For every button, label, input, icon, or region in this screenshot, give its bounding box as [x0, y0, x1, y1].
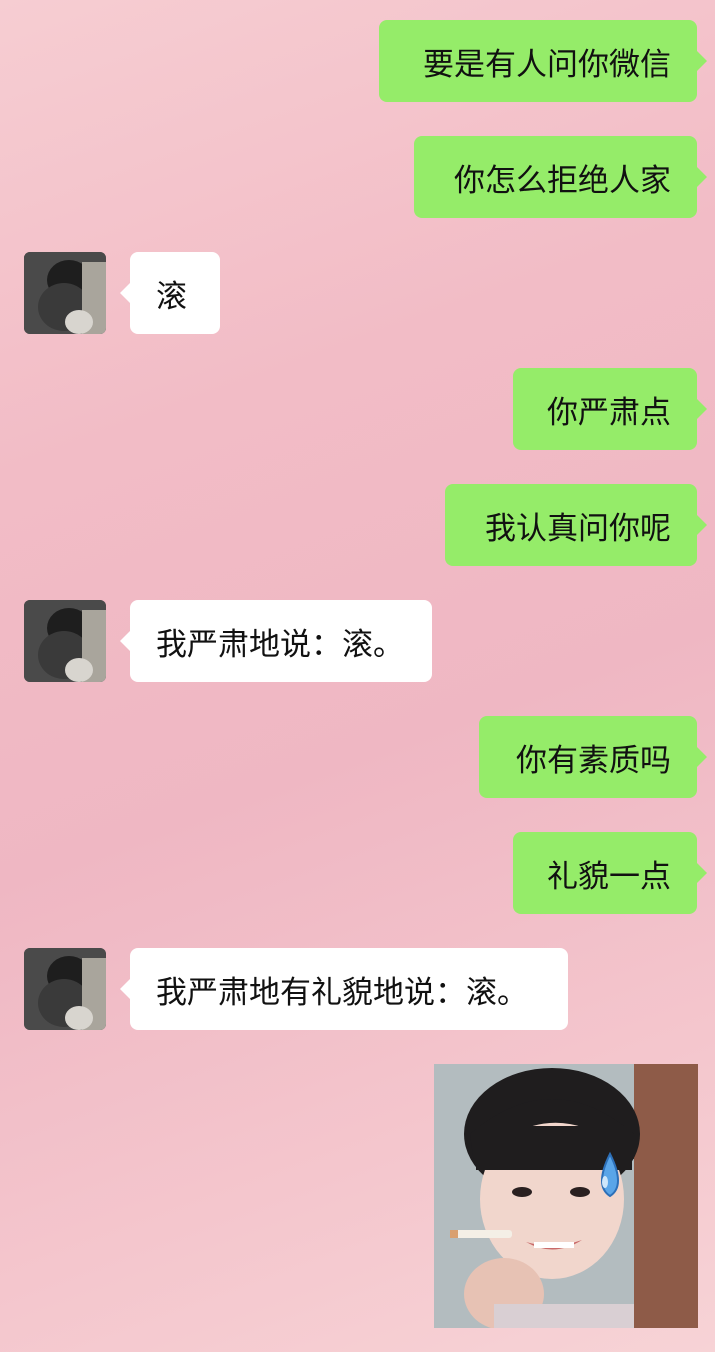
message-text: 滚 [156, 278, 187, 315]
outgoing-message-bubble[interactable]: 我认真问你呢 [445, 484, 707, 566]
message-text: 要是有人问你微信 [423, 46, 671, 83]
message-text: 我认真问你呢 [485, 510, 671, 547]
contact-avatar[interactable] [24, 252, 106, 334]
contact-avatar[interactable] [24, 600, 106, 682]
outgoing-message-bubble[interactable]: 礼貌一点 [513, 832, 707, 914]
outgoing-message-bubble[interactable]: 要是有人问你微信 [379, 20, 707, 102]
incoming-message-bubble[interactable]: 我严肃地说：滚。 [120, 600, 432, 682]
outgoing-message-bubble[interactable]: 你有素质吗 [479, 716, 707, 798]
outgoing-message-bubble[interactable]: 你严肃点 [513, 368, 707, 450]
message-text: 我严肃地说：滚。 [156, 626, 404, 663]
message-text: 礼貌一点 [547, 858, 671, 895]
incoming-message-bubble[interactable]: 我严肃地有礼貌地说：滚。 [120, 948, 568, 1030]
message-text: 你有素质吗 [516, 742, 671, 779]
sweating-girl-sticker-image[interactable] [434, 1064, 698, 1328]
message-text: 你严肃点 [547, 394, 671, 431]
message-text: 我严肃地有礼貌地说：滚。 [156, 974, 528, 1011]
outgoing-message-bubble[interactable]: 你怎么拒绝人家 [414, 136, 707, 218]
incoming-message-bubble[interactable]: 滚 [120, 252, 220, 334]
contact-avatar[interactable] [24, 948, 106, 1030]
message-text: 你怎么拒绝人家 [454, 162, 671, 199]
